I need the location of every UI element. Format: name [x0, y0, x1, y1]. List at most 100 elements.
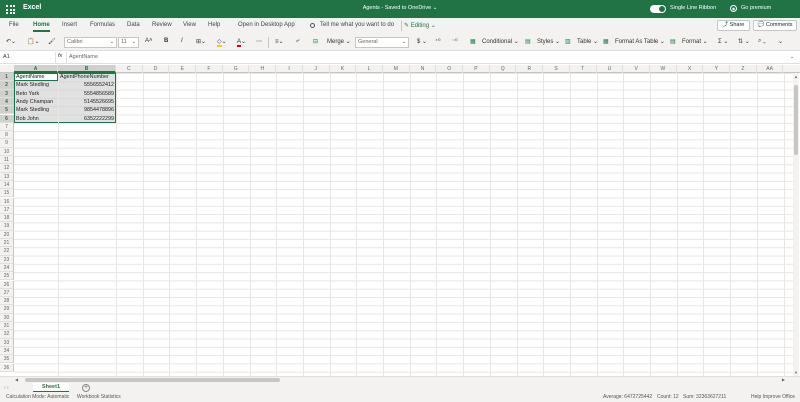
row-header-15[interactable]: 15 [0, 189, 14, 198]
workbook-statistics[interactable]: Workbook Statistics [77, 394, 121, 400]
column-header-e[interactable]: E [169, 65, 197, 73]
column-header-g[interactable]: G [223, 65, 250, 73]
tab-view[interactable]: View [183, 22, 196, 28]
sheet-nav-icon[interactable]: ‹ › [4, 385, 9, 391]
column-header-v[interactable]: V [623, 65, 650, 73]
row-header-17[interactable]: 17 [0, 205, 14, 215]
align-icon[interactable]: ≡⌄ [275, 38, 284, 45]
row-header-7[interactable]: 7 [0, 122, 14, 132]
sort-filter-button[interactable]: ⇅ ⌄ [738, 38, 750, 45]
row-header-28[interactable]: 28 [0, 297, 14, 306]
row-header-16[interactable]: 16 [0, 197, 14, 206]
cell-a4[interactable]: Andy Champan [16, 98, 56, 106]
chevron-down-icon[interactable]: ⌄ [790, 54, 794, 60]
row-header-10[interactable]: 10 [0, 147, 14, 156]
cell-b1[interactable]: AgentPhoneNumber [60, 73, 114, 81]
autosum-button[interactable]: Σ ⌄ [718, 38, 728, 45]
tab-data[interactable]: Data [127, 22, 140, 28]
column-header-p[interactable]: P [463, 65, 490, 73]
row-header-26[interactable]: 26 [0, 280, 14, 289]
font-color-icon[interactable]: A⌄ [237, 38, 246, 47]
paste-icon[interactable]: 📋⌄ [27, 38, 40, 45]
styles-button[interactable]: Styles ⌄ [537, 38, 560, 45]
format-painter-icon[interactable]: 🖌 [48, 38, 56, 45]
scroll-up-icon[interactable]: ▲ [794, 74, 798, 79]
column-header-b[interactable]: B [58, 65, 116, 73]
format-button[interactable]: Format ⌄ [682, 38, 708, 45]
row-header-31[interactable]: 31 [0, 322, 14, 331]
single-line-ribbon-toggle[interactable] [650, 5, 666, 13]
share-button[interactable]: ⤴ Share [717, 20, 750, 31]
row-header-21[interactable]: 21 [0, 239, 14, 248]
column-header-f[interactable]: F [196, 65, 223, 73]
scroll-right-icon[interactable]: ▶ [782, 377, 785, 382]
tab-insert[interactable]: Insert [62, 22, 77, 28]
row-header-20[interactable]: 20 [0, 230, 14, 239]
font-size-select[interactable]: 11 ⌄ [118, 37, 139, 48]
column-header-a[interactable]: A [14, 65, 58, 73]
column-header-w[interactable]: W [650, 65, 677, 73]
row-header-11[interactable]: 11 [0, 156, 14, 165]
row-header-29[interactable]: 29 [0, 305, 14, 314]
row-header-9[interactable]: 9 [0, 139, 14, 148]
scroll-down-icon[interactable]: ▼ [794, 370, 798, 375]
row-header-23[interactable]: 23 [0, 255, 14, 264]
fx-icon[interactable]: fx [58, 53, 62, 59]
document-title[interactable]: Agents - Saved to OneDrive ⌄ [300, 5, 500, 11]
editing-mode-button[interactable]: ✎ Editing ⌄ [404, 22, 436, 29]
app-launcher-icon[interactable] [4, 3, 16, 15]
tab-review[interactable]: Review [152, 22, 172, 28]
open-in-desktop-app-button[interactable]: Open in Desktop App [238, 22, 295, 28]
row-header-19[interactable]: 19 [0, 222, 14, 231]
go-premium-button[interactable]: Go premium [741, 5, 771, 11]
column-header-d[interactable]: D [143, 65, 170, 73]
column-header-r[interactable]: R [517, 65, 544, 73]
row-header-30[interactable]: 30 [0, 313, 14, 322]
column-header-u[interactable]: U [597, 65, 624, 73]
font-name-select[interactable]: Calibri ⌄ [64, 37, 117, 48]
horizontal-scrollbar[interactable]: ◀ ▶ [15, 377, 785, 383]
fill-color-icon[interactable]: ◇⌄ [217, 38, 227, 47]
cell-a5[interactable]: Mark Stedling [16, 106, 56, 114]
tab-help[interactable]: Help [208, 22, 220, 28]
table-button[interactable]: Table ⌄ [577, 38, 598, 45]
find-button[interactable]: ⌕ ⌄ [758, 38, 766, 45]
cell-b6[interactable]: 6352222299 [60, 115, 114, 123]
row-header-35[interactable]: 35 [0, 355, 14, 364]
column-header-q[interactable]: Q [490, 65, 517, 73]
row-header-27[interactable]: 27 [0, 288, 14, 298]
row-header-36[interactable]: 36 [0, 363, 14, 372]
row-header-5[interactable]: 5 [0, 106, 14, 115]
column-header-z[interactable]: Z [730, 65, 757, 73]
cell-b5[interactable]: 9854478896 [60, 106, 114, 114]
scrollbar-thumb[interactable] [794, 85, 798, 155]
row-header-8[interactable]: 8 [0, 131, 14, 140]
cell-a6[interactable]: Bob John [16, 115, 56, 123]
help-improve-office[interactable]: Help Improve Office [751, 394, 795, 400]
cell-b4[interactable]: 5145526695 [60, 98, 114, 106]
column-header-aa[interactable]: AA [757, 65, 784, 73]
column-header-l[interactable]: L [356, 65, 383, 73]
calculation-mode[interactable]: Calculation Mode: Automatic [6, 394, 69, 400]
cell-a1[interactable]: AgentName [16, 73, 56, 81]
row-header-6[interactable]: 6 [0, 114, 14, 123]
spreadsheet-grid[interactable]: A B C D E F G H I J K L M N O P Q R S T U V W X Y Z AA ▲ ▼ 1234567… [0, 64, 800, 376]
borders-icon[interactable]: ⊞⌄ [196, 38, 206, 45]
app-name[interactable]: Excel [23, 4, 41, 11]
row-header-33[interactable]: 33 [0, 338, 14, 347]
decrease-decimal-icon[interactable]: ⁻⁰ [452, 38, 458, 45]
conditional-formatting-button[interactable]: Conditional ⌄ [482, 38, 519, 45]
column-header-k[interactable]: K [330, 65, 357, 73]
row-header-3[interactable]: 3 [0, 89, 14, 98]
column-header-t[interactable]: T [570, 65, 597, 73]
number-format-select[interactable]: General ⌄ [355, 37, 409, 48]
column-header-c[interactable]: C [116, 65, 143, 73]
add-sheet-button[interactable]: + [82, 384, 90, 392]
increase-font-icon[interactable]: A˄ [145, 38, 153, 44]
cell-b3[interactable]: 5554856589 [60, 90, 114, 98]
undo-icon[interactable]: ↶⌄ [6, 38, 16, 45]
column-header-m[interactable]: M [383, 65, 410, 73]
tab-home[interactable]: Home [33, 22, 50, 32]
tell-me-search[interactable]: Tell me what you want to do [320, 22, 394, 28]
scroll-left-icon[interactable]: ◀ [15, 377, 18, 382]
